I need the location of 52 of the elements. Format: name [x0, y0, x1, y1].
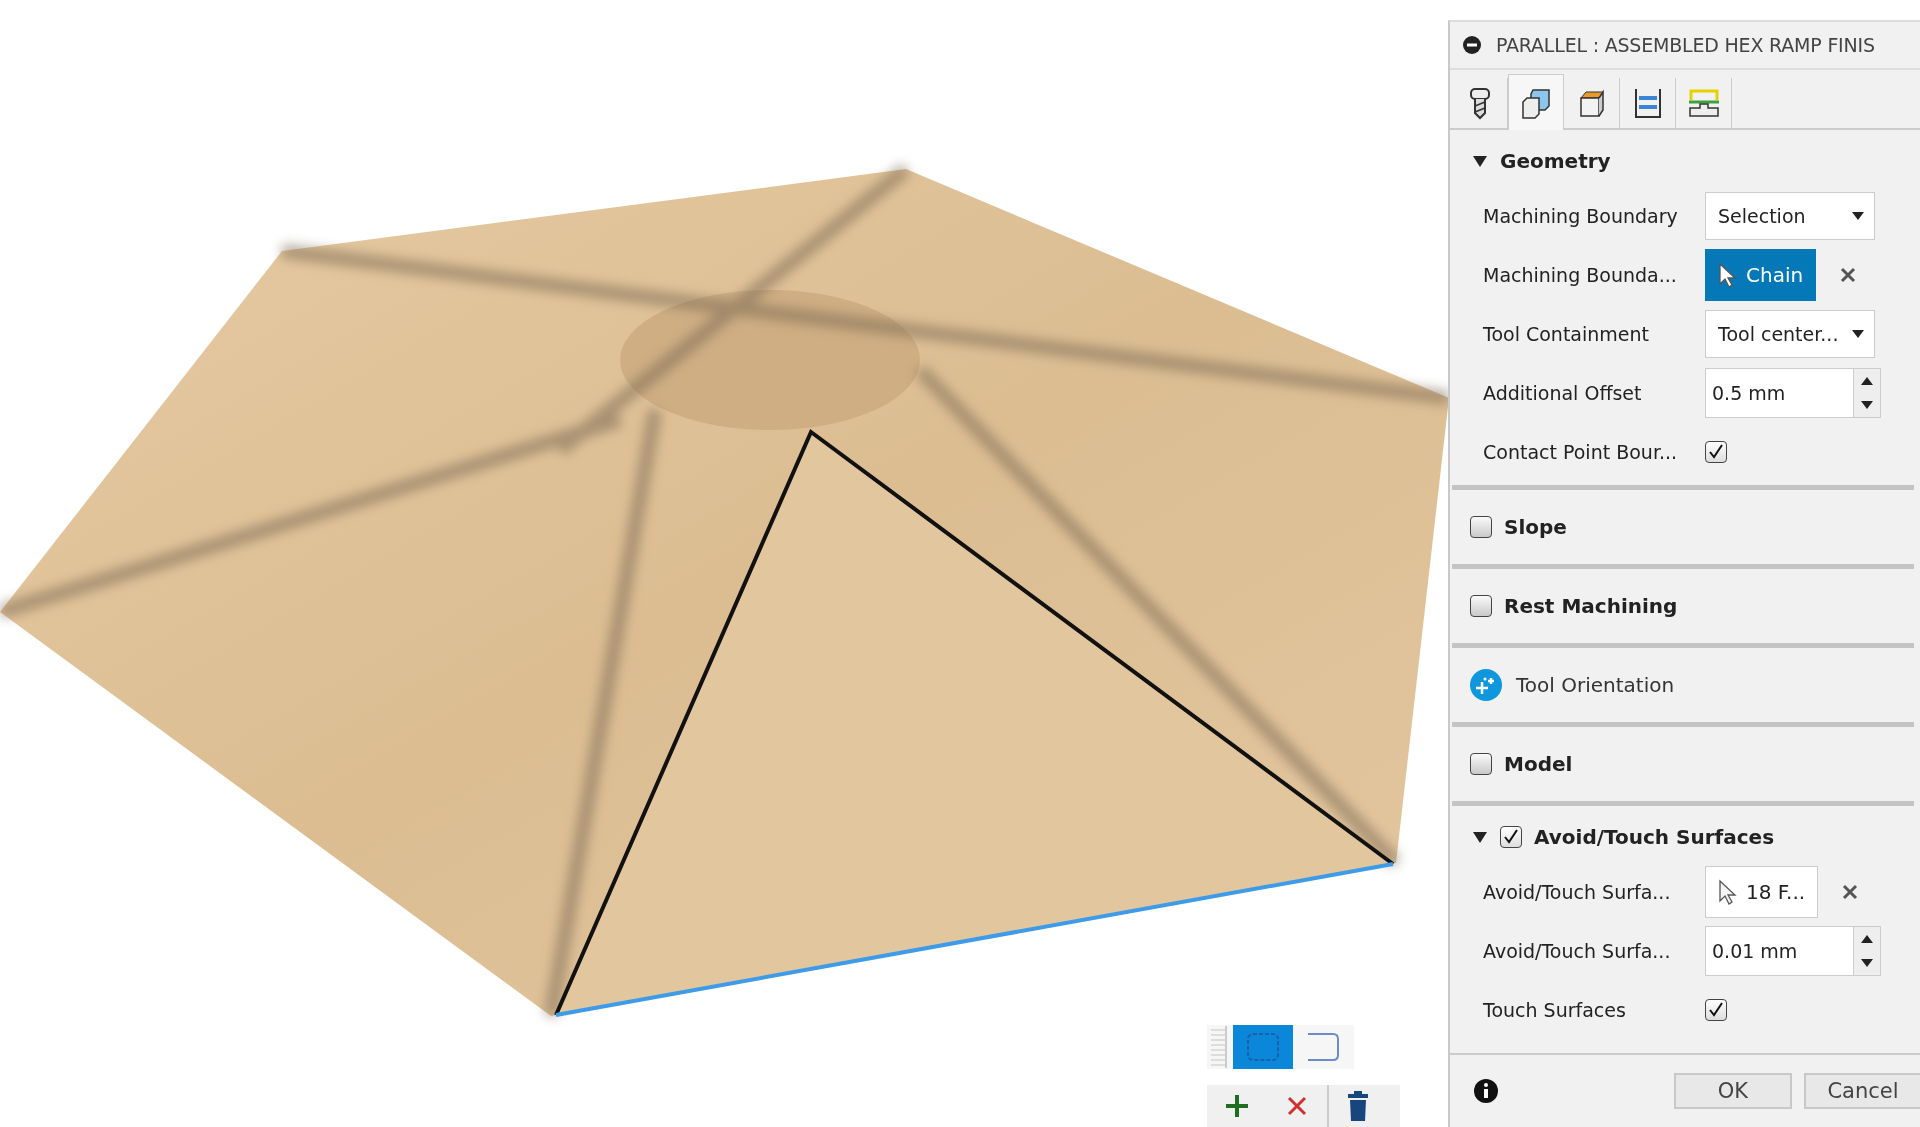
section-checkbox[interactable]: [1470, 595, 1492, 617]
pointer-icon: [1718, 261, 1738, 288]
up-arrow-icon[interactable]: [1861, 376, 1873, 385]
clear-icon[interactable]: [1840, 266, 1857, 283]
trash-icon: [1347, 1091, 1369, 1121]
linking-icon: [1686, 88, 1721, 118]
layers-icon: [1632, 87, 1663, 119]
field-label: Machining Bounda...: [1483, 263, 1678, 286]
dropdown[interactable]: Selection: [1705, 191, 1875, 240]
field-label: Touch Surfaces: [1483, 998, 1627, 1021]
field-label: Contact Point Bour...: [1483, 440, 1679, 463]
section-title: Slope: [1504, 515, 1567, 539]
field-label: Avoid/Touch Surfa...: [1483, 880, 1672, 903]
up-arrow-icon[interactable]: [1861, 934, 1873, 943]
info-icon[interactable]: [1474, 1079, 1498, 1103]
field-label: Avoid/Touch Surfa...: [1483, 939, 1672, 962]
dropdown-arrow-icon: [1852, 329, 1864, 338]
ok-button[interactable]: OK: [1674, 1073, 1792, 1109]
collapse-icon[interactable]: [1462, 35, 1482, 55]
section-title: Avoid/Touch Surfaces: [1534, 825, 1775, 849]
checkbox[interactable]: [1705, 440, 1727, 463]
geometry-tab[interactable]: [1508, 74, 1564, 130]
section-checkbox[interactable]: [1470, 516, 1492, 538]
section-link[interactable]: Tool Orientation: [1516, 673, 1675, 697]
section-checkbox[interactable]: [1500, 826, 1522, 848]
cancel-button[interactable]: Cancel: [1804, 1073, 1920, 1109]
expand-arrow-icon[interactable]: [1472, 154, 1488, 168]
field-label: Machining Boundary: [1483, 204, 1679, 227]
number-field[interactable]: 0.5 mm: [1705, 367, 1881, 418]
clear-icon[interactable]: [1842, 883, 1859, 900]
checkbox[interactable]: [1705, 998, 1727, 1021]
section-title: Model: [1504, 752, 1573, 776]
number-field[interactable]: 0.01 mm: [1705, 925, 1881, 976]
dropdown[interactable]: Tool center...: [1705, 309, 1875, 358]
field-label: Additional Offset: [1483, 381, 1643, 404]
section-title: Rest Machining: [1504, 594, 1678, 618]
panel-title: PARALLEL : ASSEMBLED HEX RAMP FINIS: [1496, 34, 1875, 56]
field-label: Tool Containment: [1483, 322, 1650, 345]
expand-arrow-icon[interactable]: [1472, 830, 1488, 844]
close-icon: [1285, 1094, 1309, 1118]
down-arrow-icon[interactable]: [1861, 958, 1873, 967]
grip-icon: [1211, 1026, 1227, 1068]
section-title: Geometry: [1500, 149, 1611, 173]
section-checkbox[interactable]: [1470, 753, 1492, 775]
rounded-rectangle-icon: [1245, 1031, 1281, 1063]
selection-button[interactable]: 18 F...: [1705, 865, 1819, 918]
pointer-icon: [1718, 878, 1738, 905]
sparkle-icon[interactable]: [1470, 669, 1502, 701]
dropdown-arrow-icon: [1852, 211, 1864, 220]
plus-icon: [1223, 1092, 1251, 1120]
selection-button[interactable]: Chain: [1705, 248, 1817, 301]
down-arrow-icon[interactable]: [1861, 400, 1873, 409]
